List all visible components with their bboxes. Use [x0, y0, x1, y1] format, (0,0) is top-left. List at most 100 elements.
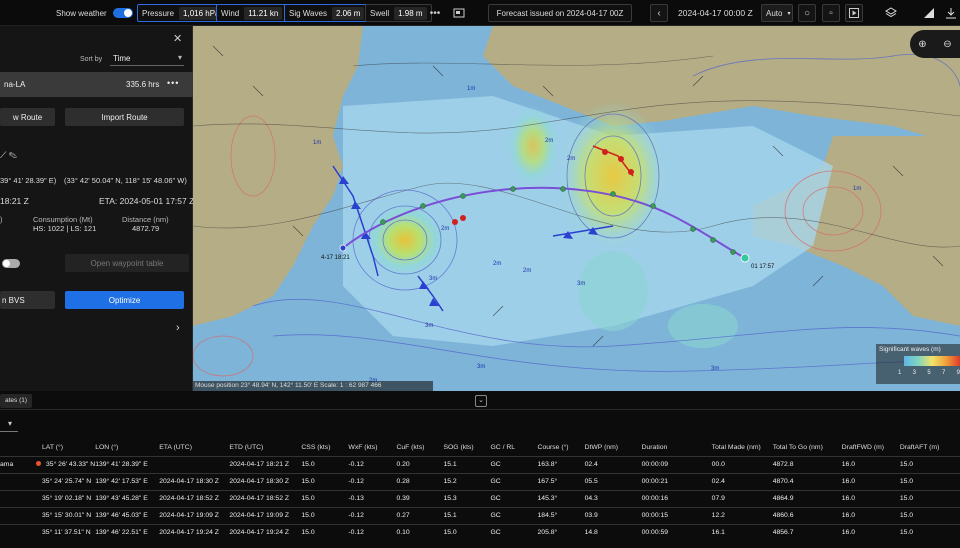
mode-value: Auto: [766, 8, 783, 18]
table-cell: 2024-04-17 18:52 Z: [159, 489, 230, 507]
optimize-button[interactable]: Optimize: [65, 291, 184, 309]
record-icon[interactable]: ○: [798, 4, 816, 22]
map-canvas: [193, 26, 960, 391]
table-row[interactable]: 35° 24' 25.74" N 139° 42' 17.53" E 2024-04…: [0, 472, 960, 490]
wave-label: 1m: [313, 140, 322, 146]
chevron-down-icon[interactable]: ⌄: [475, 395, 487, 407]
table-cell: 15.1: [443, 455, 491, 473]
view-route-button[interactable]: w Route: [0, 108, 55, 126]
zoom-in-icon[interactable]: ⊕: [918, 39, 926, 50]
waypoint-toggle[interactable]: [2, 259, 20, 268]
table-tab-bar: ates (1) ⌄: [0, 391, 960, 410]
datetime-display[interactable]: 2024-04-17 00:00 Z: [678, 4, 753, 22]
wave-label: 2m: [545, 138, 554, 144]
table-cell: 205.8°: [537, 523, 585, 541]
table-cell: 15.0: [301, 523, 349, 541]
column-header[interactable]: CSS (kts): [301, 439, 348, 456]
bvs-button[interactable]: n BVS: [0, 291, 55, 309]
table-cell: 167.5°: [537, 472, 585, 490]
route-more-icon[interactable]: •••: [167, 78, 179, 88]
sort-select[interactable]: Time: [110, 52, 184, 66]
column-header[interactable]: LON (°): [95, 439, 159, 456]
table-cell: [0, 506, 33, 524]
signal-icon[interactable]: [920, 4, 938, 22]
table-cell: [0, 472, 33, 490]
column-header[interactable]: GC / RL: [491, 439, 538, 456]
column-header[interactable]: Course (°): [538, 439, 585, 456]
table-cell: 16.0: [841, 472, 900, 490]
chevron-left-icon[interactable]: ‹: [650, 4, 668, 22]
wave-label: 1m: [467, 86, 476, 92]
sig-waves-chip[interactable]: Sig Waves 2.06 m: [284, 4, 370, 22]
column-header[interactable]: DraftAFT (m): [900, 439, 960, 456]
swell-value: 1.98 m: [394, 6, 427, 20]
table-row[interactable]: 35° 15' 30.01" N 139° 46' 45.03" E 2024-04…: [0, 506, 960, 524]
table-cell: 00:00:15: [641, 506, 712, 524]
table-row[interactable]: 35° 19' 02.18" N 139° 43' 45.28" E 2024-04…: [0, 489, 960, 507]
import-route-button[interactable]: Import Route: [65, 108, 184, 126]
datetime-value: 2024-04-17 00:00 Z: [678, 8, 753, 18]
layers-icon[interactable]: [882, 4, 900, 22]
table-cell: 35° 11' 37.51" N: [32, 523, 96, 541]
column-header[interactable]: WxF (kts): [348, 439, 396, 456]
table-cell: 139° 43' 45.28" E: [95, 489, 160, 507]
close-icon[interactable]: ✕: [173, 32, 182, 45]
frame-icon[interactable]: [450, 4, 468, 22]
zoom-out-icon[interactable]: ⊖: [943, 39, 951, 50]
filter-dropdown[interactable]: [0, 418, 18, 432]
show-weather-toggle[interactable]: [112, 8, 133, 18]
table-row[interactable]: 35° 11' 37.51" N 139° 46' 22.51" E 2024-04…: [0, 523, 960, 541]
table-cell: 35° 19' 02.18" N: [32, 489, 96, 507]
edit-icon[interactable]: ⟋ ✎: [0, 150, 17, 161]
column-header[interactable]: Total Made (nm): [712, 439, 773, 456]
route-list-item[interactable]: na-LA 335.6 hrs •••: [0, 72, 193, 97]
wind-chip[interactable]: Wind 11.21 kn: [216, 4, 288, 22]
pressure-label: Pressure: [142, 8, 175, 18]
column-header[interactable]: LAT (°): [32, 439, 95, 456]
column-header[interactable]: Duration: [642, 439, 712, 456]
column-header[interactable]: DtWP (nm): [585, 439, 642, 456]
pressure-chip[interactable]: Pressure 1,016 hPa: [137, 4, 229, 22]
legend-tick: 7: [941, 370, 946, 376]
mouse-position-bar: Mouse position 23° 48.94' N, 142° 11.50'…: [193, 381, 433, 391]
legend-tick: 3: [912, 370, 916, 376]
table-row[interactable]: ama 35° 26' 43.33" N 139° 41' 28.39" E 2024…: [0, 455, 960, 473]
tab-routes[interactable]: ates (1): [0, 394, 33, 408]
eta-value: ETA: 2024-05-01 17:57 Z: [99, 196, 195, 206]
table-cell: 14.8: [584, 523, 642, 541]
download-icon[interactable]: [942, 4, 960, 22]
table-cell: GC: [490, 489, 538, 507]
square-icon[interactable]: ▫: [822, 4, 840, 22]
table-cell: 03.9: [584, 506, 642, 524]
wind-value: 11.21 kn: [244, 6, 283, 20]
play-icon[interactable]: [845, 4, 863, 22]
column-header[interactable]: SOG (kts): [443, 439, 490, 456]
column-header[interactable]: Total To Go (nm): [773, 439, 842, 456]
column-header[interactable]: [0, 439, 32, 456]
wave-label: 1m: [853, 186, 862, 192]
etd-value: 18:21 Z: [0, 196, 29, 206]
table-cell: 15.0: [443, 523, 491, 541]
table-cell: 2024-04-17 18:30 Z: [159, 472, 230, 490]
weather-map[interactable]: 4-17 18:21 01 17:57 2m 3m 2m 1m 2m 3m 3m…: [193, 26, 960, 391]
column-header[interactable]: ETA (UTC): [159, 439, 229, 456]
table-cell: 16.0: [841, 506, 900, 524]
column-header[interactable]: CuF (kts): [396, 439, 443, 456]
forecast-label: Forecast issued on 2024-04-17 00Z: [496, 8, 624, 18]
wind-label: Wind: [221, 8, 240, 18]
table-cell: 4864.9: [772, 489, 842, 507]
table-cell: [0, 523, 33, 541]
table-cell: 2024-04-17 19:24 Z: [159, 523, 230, 541]
chevron-right-icon[interactable]: ›: [176, 322, 180, 334]
consumption-label: Consumption (Mt): [33, 215, 93, 224]
table-cell: 2024-04-17 19:09 Z: [159, 506, 230, 524]
table-cell: 139° 46' 22.51" E: [95, 523, 160, 541]
open-waypoint-table-button[interactable]: Open waypoint table: [65, 254, 189, 272]
mode-select[interactable]: Auto ▾: [761, 4, 793, 22]
table-cell: 12.2: [711, 506, 773, 524]
swell-chip[interactable]: Swell 1.98 m: [365, 4, 432, 22]
column-header[interactable]: ETD (UTC): [229, 439, 301, 456]
column-header[interactable]: DraftFWD (m): [842, 439, 900, 456]
legend-tick: 9: [956, 370, 960, 376]
more-icon[interactable]: •••: [426, 4, 444, 22]
